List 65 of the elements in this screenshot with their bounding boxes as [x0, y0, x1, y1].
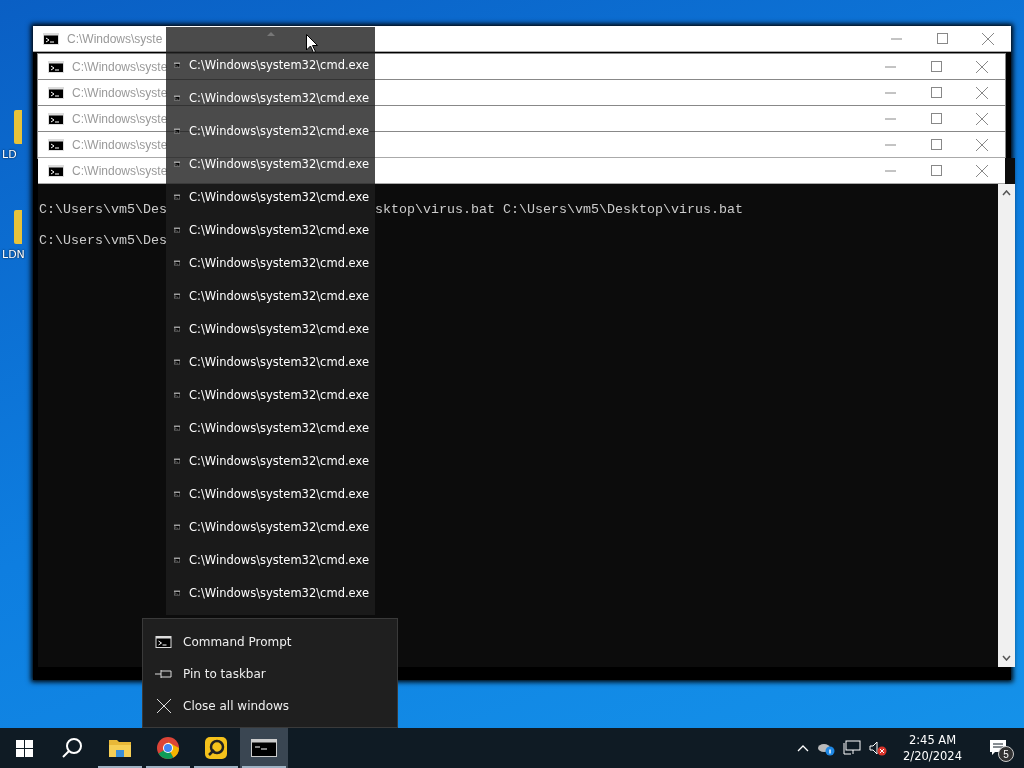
console-icon: [48, 86, 64, 99]
taskbar-app[interactable]: [240, 728, 288, 768]
console-icon: [155, 636, 172, 648]
menu-item[interactable]: Command Prompt: [143, 626, 397, 658]
icon-label: LD: [1, 148, 17, 161]
close-icon: [976, 138, 988, 151]
search-icon: [61, 737, 83, 759]
chevron-up-icon[interactable]: [797, 744, 810, 752]
console-text: sktop\virus.bat C:\Users\vm5\Desktop\virus.bat: [375, 202, 743, 217]
recorder-icon: [204, 736, 228, 760]
maximize-icon: [930, 61, 942, 72]
close-icon: [155, 699, 172, 713]
window-list-item[interactable]: C:\Windows\system32\cmd.exe: [166, 378, 375, 411]
menu-item[interactable]: Pin to taskbar: [143, 658, 397, 690]
maximize-icon: [930, 139, 942, 150]
window-title: C:\Windows\syste: [67, 31, 163, 46]
minimize-icon: [890, 37, 902, 40]
cursor-icon: [306, 34, 318, 53]
window-list-item[interactable]: C:\Windows\system32\cmd.exe: [166, 576, 375, 609]
close-icon: [976, 60, 988, 73]
console-icon: [48, 164, 64, 177]
scroll-up-icon[interactable]: [1002, 190, 1011, 196]
close-icon: [982, 32, 994, 45]
window-list-item[interactable]: C:\Windows\system32\cmd.exe: [166, 510, 375, 543]
close-icon: [976, 164, 988, 177]
maximize-icon: [930, 165, 942, 176]
window-list-item[interactable]: C:\Windows\system32\cmd.exe: [166, 543, 375, 576]
window-list-item[interactable]: C:\Windows\system32\cmd.exe: [166, 246, 375, 279]
console-icon: [48, 60, 64, 73]
console-icon: [251, 739, 277, 757]
minimize-icon: [884, 91, 896, 94]
window-list-item[interactable]: C:\Windows\system32\cmd.exe: [166, 312, 375, 345]
browser-icon: [156, 736, 180, 760]
network-icon[interactable]: [843, 740, 862, 756]
clock[interactable]: 2:45 AM 2/20/2024: [895, 733, 970, 763]
menu-item[interactable]: Close all windows: [143, 690, 397, 722]
window-list-item[interactable]: C:\Windows\system32\cmd.exe: [166, 279, 375, 312]
volume-muted-icon[interactable]: [869, 740, 888, 756]
minimize-icon: [884, 117, 896, 120]
windows-icon: [15, 739, 33, 757]
console-text: C:\Users\vm5\Des: [39, 233, 167, 248]
minimize-icon: [884, 169, 896, 172]
notification-count: 5: [998, 746, 1014, 762]
close-icon: [976, 112, 988, 125]
minimize-icon: [884, 143, 896, 146]
folder-icon: [108, 738, 132, 758]
minimize-icon: [884, 65, 896, 68]
window-list-item[interactable]: C:\Windows\system32\cmd.exe: [166, 444, 375, 477]
scrollbar[interactable]: [998, 184, 1015, 667]
window-list-item[interactable]: C:\Windows\system32\cmd.exe: [166, 411, 375, 444]
close-icon: [976, 86, 988, 99]
console-icon: [48, 138, 64, 151]
notification-button[interactable]: 5: [978, 728, 1018, 768]
console-icon: [48, 112, 64, 125]
window-list-item[interactable]: C:\Windows\system32\cmd.exe: [166, 213, 375, 246]
console-icon: [43, 32, 59, 45]
window-list-item[interactable]: C:\Windows\system32\cmd.exe: [166, 345, 375, 378]
pin-icon: [155, 668, 172, 680]
console-text: C:\Users\vm5\Des: [39, 202, 167, 217]
scroll-down-icon[interactable]: [1002, 655, 1011, 661]
maximize-icon: [936, 33, 948, 44]
maximize-icon: [930, 113, 942, 124]
maximize-icon: [930, 87, 942, 98]
icon-label: LDN: [1, 248, 25, 261]
window-list-item[interactable]: C:\Windows\system32\cmd.exe: [166, 477, 375, 510]
